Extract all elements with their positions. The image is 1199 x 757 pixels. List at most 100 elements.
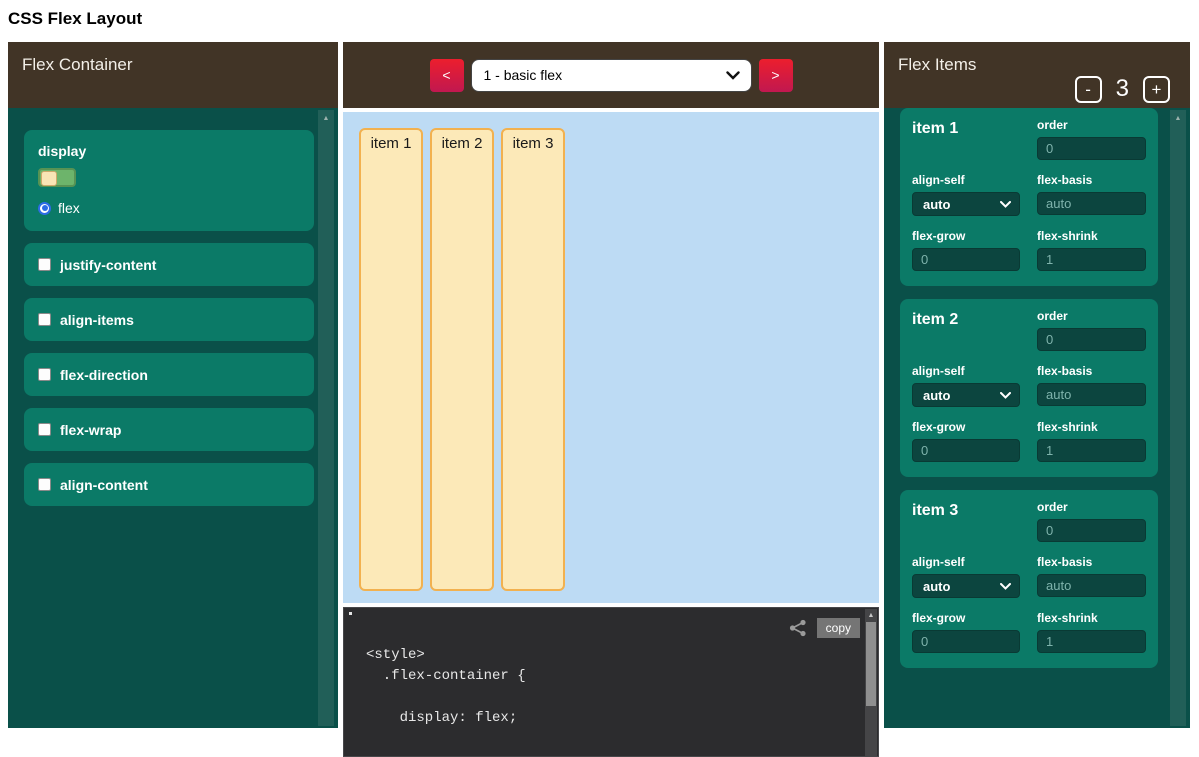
item-1-align-self-select[interactable]: auto: [912, 192, 1020, 216]
item-count-controls: - 3 +: [1075, 75, 1170, 103]
display-label: display: [38, 143, 300, 159]
item-2-order-input[interactable]: [1037, 328, 1146, 351]
flex-grow-label: flex-grow: [912, 611, 1020, 625]
code-toolbar: copy: [789, 618, 860, 638]
display-flex-radio[interactable]: flex: [38, 200, 300, 216]
flex-basis-label: flex-basis: [1037, 555, 1146, 569]
property-card-flex-direction[interactable]: flex-direction: [24, 353, 314, 396]
flex-container-panel-header: Flex Container: [8, 42, 338, 108]
item-2-flex-shrink-field: flex-shrink: [1037, 420, 1146, 462]
prev-example-button[interactable]: <: [430, 59, 464, 92]
flex-items-panel-title: Flex Items: [898, 55, 976, 75]
justify-content-checkbox[interactable]: [38, 258, 51, 271]
item-1-order-input[interactable]: [1037, 137, 1146, 160]
item-2-flex-basis-field: flex-basis: [1037, 364, 1146, 407]
order-label: order: [1037, 118, 1146, 132]
item-3-order-field: order: [1037, 500, 1146, 542]
item-3-align-self-select[interactable]: auto: [912, 574, 1020, 598]
flex-demo-container: item 1 item 2 item 3: [343, 112, 879, 603]
item-1-flex-basis-input[interactable]: [1037, 192, 1146, 215]
property-card-align-items[interactable]: align-items: [24, 298, 314, 341]
next-example-button[interactable]: >: [759, 59, 793, 92]
item-1-title: item 1: [912, 118, 1020, 160]
demo-item-2-label: item 2: [442, 135, 483, 152]
scrollbar-thumb[interactable]: [866, 622, 876, 706]
item-3-flex-shrink-input[interactable]: [1037, 630, 1146, 653]
item-3-flex-basis-field: flex-basis: [1037, 555, 1146, 598]
justify-content-label: justify-content: [60, 257, 156, 273]
item-1-flex-grow-input[interactable]: [912, 248, 1020, 271]
flex-wrap-label: flex-wrap: [60, 422, 121, 438]
flex-item-card-3: item 3 order align-self auto flex-basis: [900, 490, 1158, 668]
item-1-flex-grow-field: flex-grow: [912, 229, 1020, 271]
copy-button[interactable]: copy: [817, 618, 860, 638]
flex-direction-label: flex-direction: [60, 367, 148, 383]
flex-shrink-label: flex-shrink: [1037, 420, 1146, 434]
property-card-align-content[interactable]: align-content: [24, 463, 314, 506]
flex-items-panel-body: ▲ item 1 order align-self auto flex-basi…: [884, 108, 1190, 728]
code-scrollbar[interactable]: ▲: [865, 609, 877, 756]
display-toggle[interactable]: [38, 168, 76, 187]
demo-item-3-label: item 3: [513, 135, 554, 152]
flex-shrink-label: flex-shrink: [1037, 611, 1146, 625]
order-label: order: [1037, 500, 1146, 514]
example-select-wrap: 1 - basic flex: [471, 59, 752, 92]
item-2-flex-basis-input[interactable]: [1037, 383, 1146, 406]
display-control-card: display flex: [24, 130, 314, 231]
display-flex-radio-label: flex: [58, 200, 80, 216]
flex-wrap-checkbox[interactable]: [38, 423, 51, 436]
flex-items-panel: Flex Items - 3 + ▲ item 1 order align-se…: [884, 42, 1190, 728]
flex-basis-label: flex-basis: [1037, 173, 1146, 187]
page-title: CSS Flex Layout: [8, 9, 142, 29]
property-card-justify-content[interactable]: justify-content: [24, 243, 314, 286]
flex-container-panel: Flex Container ▲ display flex justify-co…: [8, 42, 338, 728]
align-content-checkbox[interactable]: [38, 478, 51, 491]
code-content: <style> .flex-container { display: flex;: [366, 645, 858, 729]
item-3-flex-basis-input[interactable]: [1037, 574, 1146, 597]
code-dot: [349, 612, 352, 615]
item-3-align-self-field: align-self auto: [912, 555, 1020, 598]
align-items-checkbox[interactable]: [38, 313, 51, 326]
flex-container-panel-body: ▲ display flex justify-content align-ite…: [8, 108, 338, 728]
example-select[interactable]: 1 - basic flex: [471, 59, 752, 92]
toggle-knob-icon: [41, 171, 57, 186]
flex-container-panel-title: Flex Container: [22, 55, 133, 75]
item-3-flex-grow-field: flex-grow: [912, 611, 1020, 653]
add-item-button[interactable]: +: [1143, 76, 1170, 103]
flex-items-panel-header: Flex Items - 3 +: [884, 42, 1190, 108]
share-icon[interactable]: [789, 619, 807, 637]
item-1-flex-shrink-field: flex-shrink: [1037, 229, 1146, 271]
item-1-align-self-field: align-self auto: [912, 173, 1020, 216]
preview-header: < 1 - basic flex >: [343, 42, 879, 108]
item-2-align-self-field: align-self auto: [912, 364, 1020, 407]
left-panel-scrollbar[interactable]: ▲: [318, 110, 334, 726]
item-2-order-field: order: [1037, 309, 1146, 351]
align-content-label: align-content: [60, 477, 148, 493]
item-3-flex-shrink-field: flex-shrink: [1037, 611, 1146, 653]
align-self-label: align-self: [912, 173, 1020, 187]
item-3-flex-grow-input[interactable]: [912, 630, 1020, 653]
demo-item-3: item 3: [501, 128, 565, 591]
scroll-up-icon: ▲: [1170, 110, 1186, 122]
property-card-flex-wrap[interactable]: flex-wrap: [24, 408, 314, 451]
scroll-up-icon: ▲: [865, 609, 877, 619]
item-count: 3: [1116, 75, 1129, 103]
item-1-order-field: order: [1037, 118, 1146, 160]
item-2-flex-grow-input[interactable]: [912, 439, 1020, 462]
flex-basis-label: flex-basis: [1037, 364, 1146, 378]
flex-direction-checkbox[interactable]: [38, 368, 51, 381]
align-items-label: align-items: [60, 312, 134, 328]
item-3-order-input[interactable]: [1037, 519, 1146, 542]
flex-grow-label: flex-grow: [912, 229, 1020, 243]
item-2-align-self-select[interactable]: auto: [912, 383, 1020, 407]
right-panel-scrollbar[interactable]: ▲: [1170, 110, 1186, 726]
flex-item-card-2: item 2 order align-self auto flex-basis: [900, 299, 1158, 477]
item-1-flex-shrink-input[interactable]: [1037, 248, 1146, 271]
flex-grow-label: flex-grow: [912, 420, 1020, 434]
flex-shrink-label: flex-shrink: [1037, 229, 1146, 243]
demo-item-2: item 2: [430, 128, 494, 591]
item-2-title: item 2: [912, 309, 1020, 351]
remove-item-button[interactable]: -: [1075, 76, 1102, 103]
item-2-flex-shrink-input[interactable]: [1037, 439, 1146, 462]
align-self-label: align-self: [912, 555, 1020, 569]
